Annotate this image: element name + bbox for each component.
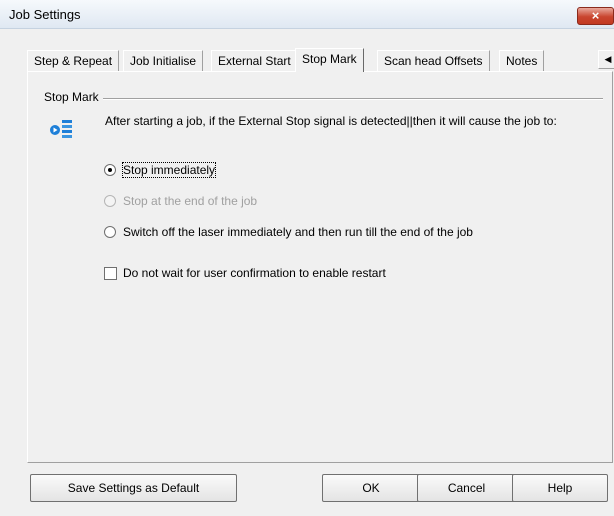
tab-label: External Start (218, 54, 291, 68)
tab-external-start[interactable]: External Start (211, 50, 298, 71)
checkbox-label: Do not wait for user confirmation to ena… (123, 266, 386, 280)
tab-label: Notes (506, 54, 538, 68)
ok-button[interactable]: OK (322, 474, 420, 502)
tab-scan-head-offsets[interactable]: Scan head Offsets (377, 50, 490, 71)
tab-job-initialise[interactable]: Job Initialise (123, 50, 204, 71)
tab-step-repeat[interactable]: Step & Repeat (27, 50, 120, 71)
tab-label: Job Initialise (130, 54, 197, 68)
help-button[interactable]: Help (512, 474, 608, 502)
button-label: Cancel (447, 481, 486, 495)
window-title: Job Settings (9, 7, 81, 22)
title-bar[interactable]: Job Settings × (0, 0, 614, 29)
stop-mark-icon (50, 120, 72, 138)
close-icon: × (591, 8, 600, 23)
radio-label: Switch off the laser immediately and the… (123, 225, 473, 239)
tab-notes[interactable]: Notes (499, 50, 545, 71)
save-settings-default-button[interactable]: Save Settings as Default (30, 474, 237, 502)
button-label: Save Settings as Default (67, 481, 200, 495)
radio-button[interactable] (104, 226, 116, 238)
job-settings-dialog: Job Settings × Step & Repeat Job Initial… (0, 0, 614, 516)
radio-button[interactable] (104, 164, 116, 176)
group-divider (100, 98, 603, 100)
button-label: OK (362, 481, 380, 495)
no-confirmation-checkbox[interactable] (104, 267, 117, 280)
button-label: Help (547, 481, 573, 495)
tab-label: Scan head Offsets (384, 54, 483, 68)
arrow-left-icon: ◀ (604, 54, 612, 64)
tab-scroll-left-button[interactable]: ◀ (598, 50, 614, 69)
stop-mark-description: After starting a job, if the External St… (105, 114, 557, 128)
close-button[interactable]: × (577, 7, 614, 25)
tab-scroll-buttons: ◀ ▶ (598, 50, 614, 69)
tab-label: Stop Mark (302, 52, 357, 66)
tab-stop-mark[interactable]: Stop Mark (295, 48, 364, 72)
tab-label: Step & Repeat (34, 54, 113, 68)
tab-strip: Step & Repeat Job Initialise External St… (27, 48, 614, 72)
radio-label: Stop at the end of the job (123, 194, 258, 208)
group-label: Stop Mark (44, 90, 103, 104)
cancel-button[interactable]: Cancel (417, 474, 516, 502)
radio-button (104, 195, 116, 207)
radio-label: Stop immediately (121, 162, 217, 178)
